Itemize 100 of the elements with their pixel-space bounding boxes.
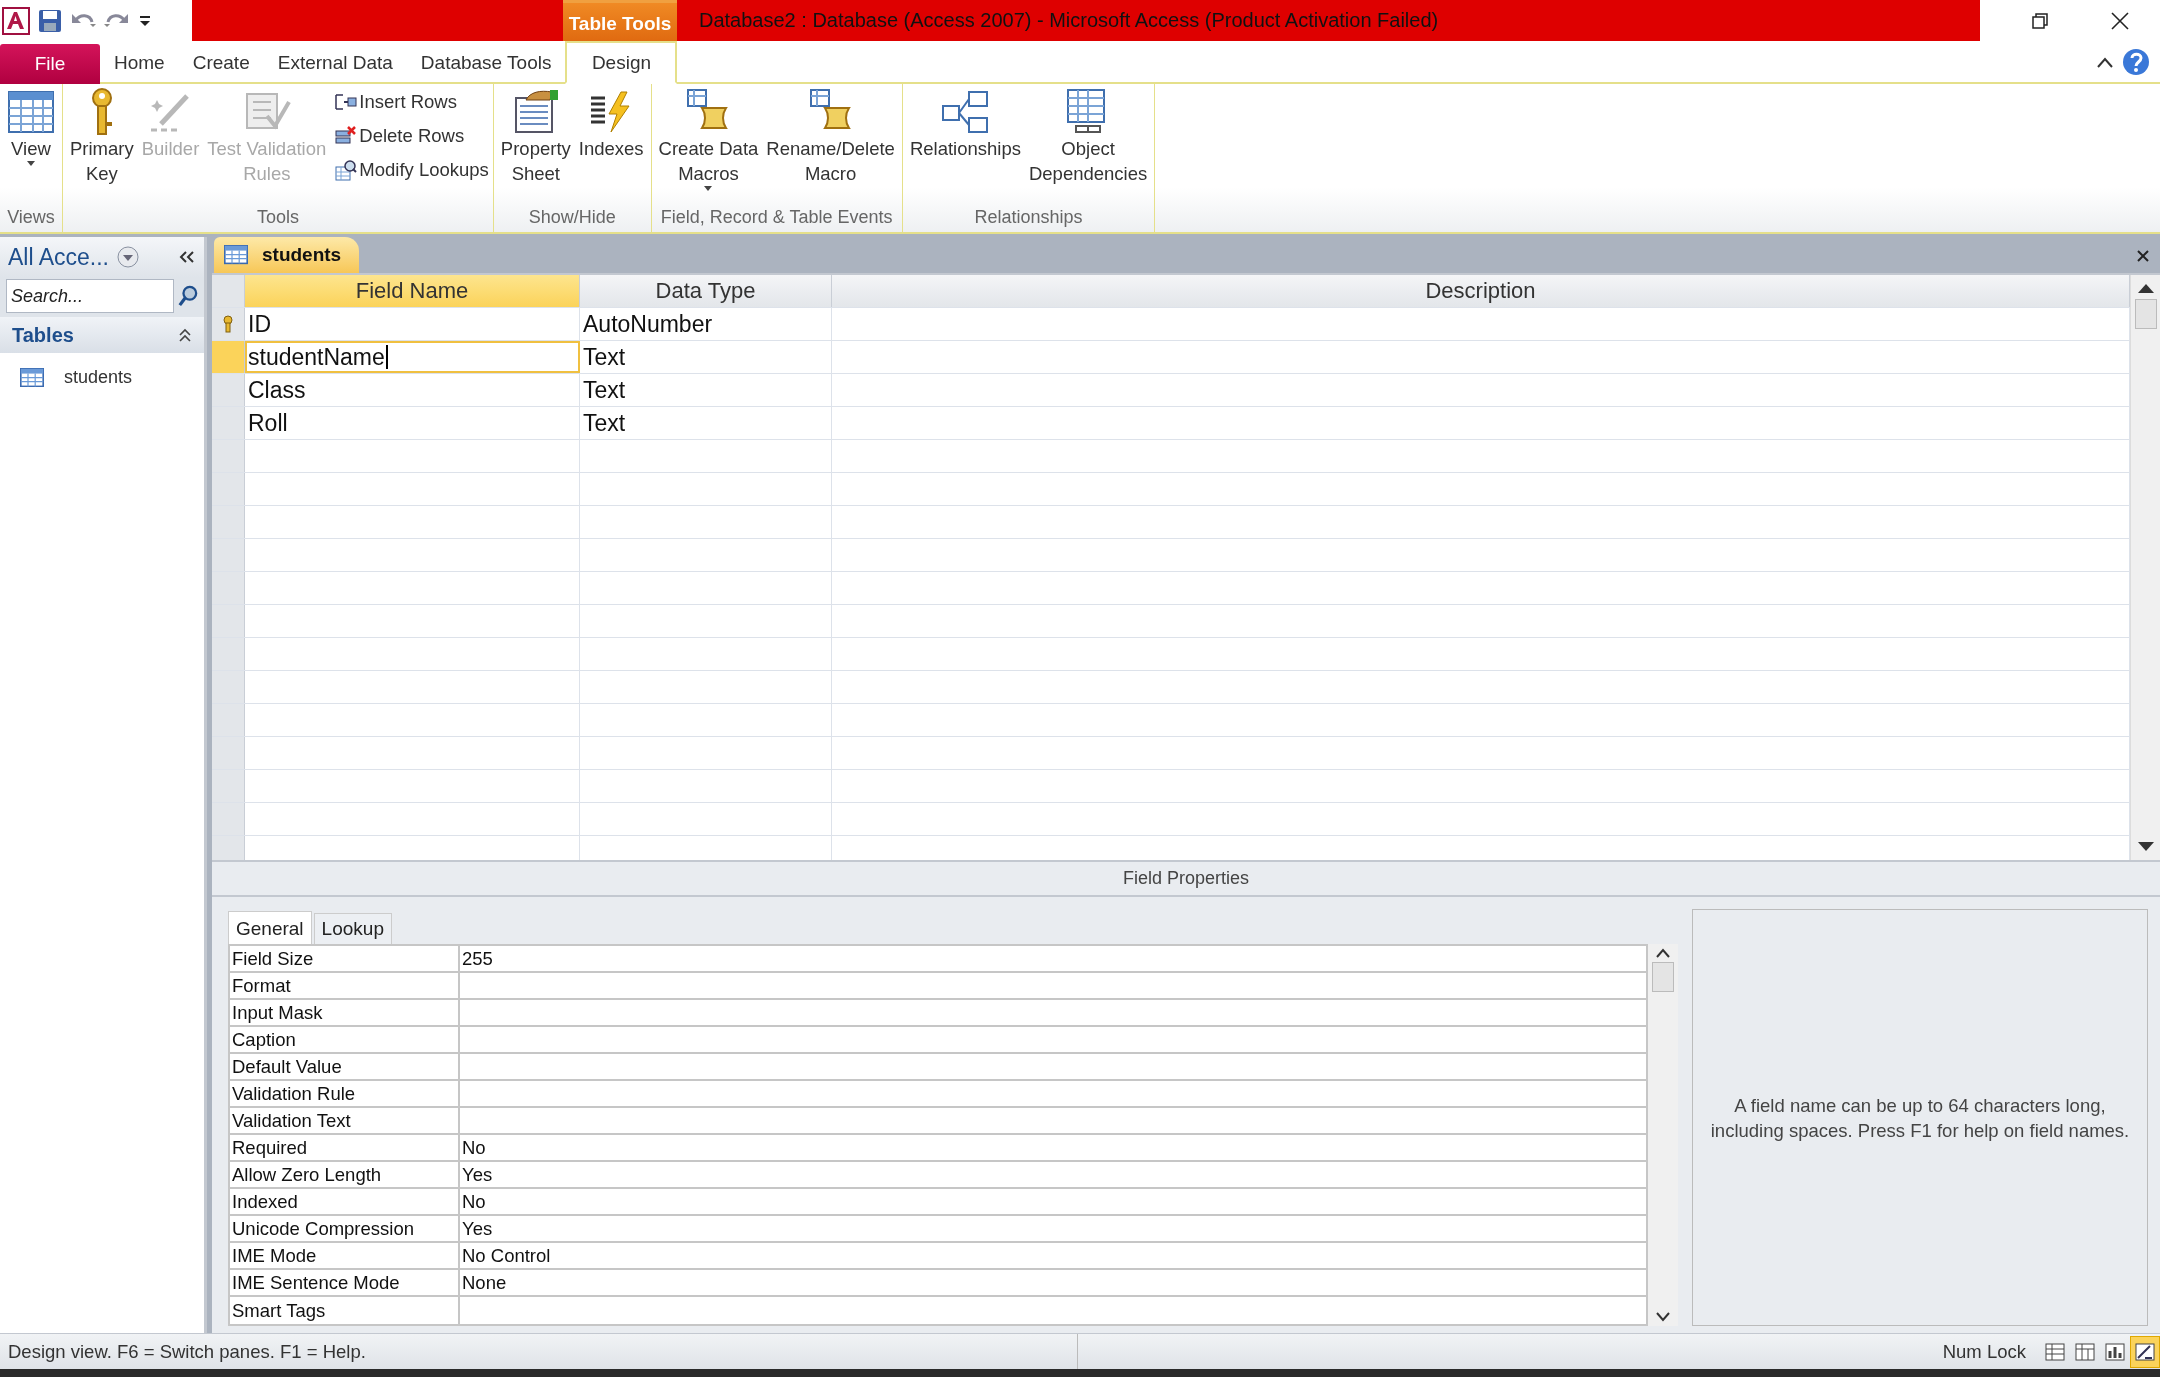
row-selector[interactable] <box>212 374 245 406</box>
row-selector[interactable] <box>212 836 245 860</box>
row-selector[interactable] <box>212 704 245 736</box>
section-title: Field Properties <box>212 862 2160 897</box>
row-selector[interactable] <box>212 440 245 472</box>
pivot-table-icon <box>2075 1342 2095 1361</box>
search-field[interactable]: Search... <box>6 279 174 313</box>
close-icon[interactable] <box>2136 249 2150 263</box>
num-lock-indicator: Num Lock <box>1941 1340 2027 1363</box>
table-icon <box>20 367 44 388</box>
scroll-thumb[interactable] <box>1652 962 1674 992</box>
group-label: Tools <box>255 207 300 229</box>
ribbon-tab[interactable]: Create <box>178 41 264 84</box>
property-value[interactable]: No <box>460 1189 1646 1214</box>
nav-item[interactable]: students <box>64 367 133 388</box>
save-icon[interactable] <box>38 8 62 33</box>
datasheet-view-icon <box>2045 1342 2065 1361</box>
ribbon-button[interactable]: Object Dependencies <box>1025 86 1151 188</box>
select-all-corner[interactable] <box>212 275 245 307</box>
column-header[interactable]: Description <box>832 275 2130 307</box>
dropdown-icon[interactable] <box>117 246 139 268</box>
lookup-icon <box>335 158 358 181</box>
property-value[interactable]: Yes <box>460 1216 1646 1241</box>
row-selector[interactable] <box>212 407 245 439</box>
property-label: Required <box>230 1135 460 1160</box>
row-selector[interactable] <box>212 770 245 802</box>
scroll-thumb[interactable] <box>2134 299 2157 329</box>
ribbon-button[interactable]: Rename/Delete Macro <box>763 86 898 188</box>
document-tab[interactable]: students <box>214 237 360 273</box>
ribbon-button[interactable]: Relationships <box>906 86 1024 163</box>
row-selector[interactable] <box>212 638 245 670</box>
table-cell[interactable]: Roll <box>245 407 580 439</box>
row-selector[interactable] <box>212 671 245 703</box>
property-label: IME Sentence Mode <box>230 1270 460 1295</box>
contextual-tab-label: Table Tools <box>563 0 677 41</box>
row-selector[interactable] <box>212 737 245 769</box>
table-cell[interactable]: Text <box>580 341 832 373</box>
property-value[interactable]: No <box>460 1135 1646 1160</box>
row-selector[interactable] <box>212 539 245 571</box>
customize-menu-icon[interactable] <box>138 13 152 28</box>
app-logo-icon[interactable] <box>2 6 30 35</box>
row-selector[interactable] <box>212 473 245 505</box>
row-selector[interactable] <box>212 506 245 538</box>
help-text: A field name can be up to 64 characters long, including spaces. Press F1 for help on field names. <box>1709 1093 2131 1143</box>
ribbon-button[interactable]: Indexes <box>575 86 647 163</box>
group-label: Relationships <box>973 207 1084 229</box>
table-cell[interactable]: Class <box>245 374 580 406</box>
window-title: Database2 : Database (Access 2007) - Microsoft Access (Product Activation Failed) <box>698 8 1439 33</box>
datasheet-icon <box>7 88 55 136</box>
search-icon[interactable] <box>178 284 198 308</box>
column-header[interactable]: Field Name <box>245 275 580 307</box>
table-cell[interactable]: ID <box>245 308 580 340</box>
delete-rows-icon <box>335 124 358 147</box>
scroll-down-icon[interactable] <box>1656 1312 1670 1322</box>
group-label: Views <box>6 207 56 229</box>
property-value[interactable]: Yes <box>460 1162 1646 1187</box>
group-label: Field, Record & Table Events <box>659 207 894 229</box>
row-selector[interactable] <box>212 308 245 340</box>
ribbon-button[interactable]: Delete Rows <box>335 120 489 151</box>
property-tab[interactable]: Lookup <box>313 913 392 944</box>
ribbon-button[interactable]: Primary Key <box>67 86 137 188</box>
pivot-chart-icon <box>2105 1342 2125 1361</box>
ribbon-button[interactable]: Modify Lookups <box>335 154 489 185</box>
close-icon[interactable] <box>2111 11 2129 30</box>
ribbon-tab[interactable]: Database Tools <box>406 41 566 84</box>
property-label: Validation Rule <box>230 1081 460 1106</box>
property-label: Allow Zero Length <box>230 1162 460 1187</box>
table-cell[interactable]: AutoNumber <box>580 308 832 340</box>
table-cell[interactable]: studentName <box>245 341 580 373</box>
collapse-pane-icon[interactable] <box>178 250 196 264</box>
scroll-up-icon[interactable] <box>1656 948 1670 958</box>
property-value[interactable]: 255 <box>460 946 1646 971</box>
column-header[interactable]: Data Type <box>580 275 832 307</box>
row-selector[interactable] <box>212 572 245 604</box>
table-cell[interactable]: Text <box>580 374 832 406</box>
collapse-group-icon[interactable] <box>178 328 192 342</box>
ribbon-tab[interactable]: Home <box>100 41 179 84</box>
property-label: Smart Tags <box>230 1297 460 1324</box>
property-label: Indexed <box>230 1189 460 1214</box>
property-tab[interactable]: General <box>228 911 312 944</box>
row-selector[interactable] <box>212 605 245 637</box>
property-value[interactable]: None <box>460 1270 1646 1295</box>
ribbon-button[interactable]: View <box>4 86 58 168</box>
property-label: Field Size <box>230 946 460 971</box>
property-label: Unicode Compression <box>230 1216 460 1241</box>
ribbon-tab[interactable]: Design <box>565 41 678 84</box>
ribbon-button[interactable]: Property Sheet <box>497 86 574 188</box>
table-icon <box>224 245 248 265</box>
restore-icon[interactable] <box>2032 12 2048 29</box>
table-cell[interactable]: Text <box>580 407 832 439</box>
file-tab[interactable]: File <box>0 44 100 84</box>
ribbon-tab[interactable]: External Data <box>263 41 407 84</box>
row-selector[interactable] <box>212 803 245 835</box>
property-value[interactable]: No Control <box>460 1243 1646 1268</box>
ribbon-button[interactable]: Create Data Macros <box>655 86 762 193</box>
property-label: Caption <box>230 1027 460 1052</box>
group-label: Show/Hide <box>527 207 617 229</box>
ribbon-button[interactable]: Insert Rows <box>335 86 489 117</box>
help-icon[interactable] <box>2122 47 2150 76</box>
property-label: IME Mode <box>230 1243 460 1268</box>
